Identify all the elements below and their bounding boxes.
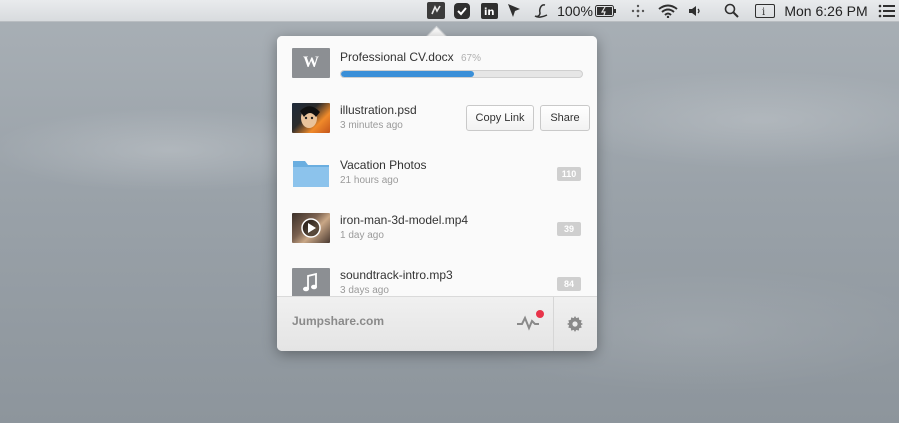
menubar-clock[interactable]: Mon 6:26 PM — [780, 0, 872, 21]
illustration-thumbnail — [292, 103, 330, 133]
activity-icon[interactable] — [515, 309, 545, 333]
cursor-icon[interactable] — [505, 0, 523, 21]
settings-gear-icon[interactable] — [566, 315, 584, 333]
view-count-badge: 110 — [557, 167, 581, 181]
file-time: 1 day ago — [340, 230, 384, 241]
spotlight-icon[interactable] — [722, 0, 740, 21]
upload-progress-fill — [341, 71, 474, 77]
wifi-icon[interactable] — [656, 0, 680, 21]
folder-icon — [292, 158, 330, 188]
file-item-illustration[interactable]: illustration.psd 3 minutes ago Copy Link… — [277, 91, 597, 147]
share-button[interactable]: Share — [540, 105, 590, 131]
copy-link-button[interactable]: Copy Link — [466, 105, 534, 131]
uploading-file-name: Professional CV.docx — [340, 50, 454, 64]
view-count-badge: 84 — [557, 277, 581, 291]
dots-icon[interactable] — [628, 0, 648, 21]
jumpshare-icon[interactable] — [426, 0, 446, 21]
menu-bar: in 100% i Mon 6:26 PM — [0, 0, 899, 22]
file-time: 3 minutes ago — [340, 120, 403, 131]
word-doc-icon: W — [292, 48, 330, 78]
file-time: 21 hours ago — [340, 175, 399, 186]
play-icon[interactable] — [302, 219, 320, 237]
jumpshare-site-link[interactable]: Jumpshare.com — [292, 314, 384, 328]
svg-text:i: i — [762, 7, 765, 18]
file-name: illustration.psd — [340, 103, 417, 117]
view-count-badge: 39 — [557, 222, 581, 236]
uploading-item[interactable]: W Professional CV.docx 67% — [277, 36, 597, 92]
input-menu-icon[interactable]: i — [754, 0, 776, 21]
volume-icon[interactable] — [686, 0, 704, 21]
file-time: 3 days ago — [340, 285, 389, 296]
list-icon[interactable] — [877, 0, 897, 21]
svg-text:in: in — [484, 7, 495, 18]
doc-badge-letter: W — [303, 54, 319, 71]
footer-divider — [553, 297, 554, 351]
file-item-iron-man-video[interactable]: iron-man-3d-model.mp4 1 day ago 39 — [277, 201, 597, 257]
popover-footer: Jumpshare.com — [277, 296, 597, 351]
battery-percent: 100% — [557, 2, 593, 19]
upload-percent: 67% — [460, 53, 481, 64]
jumpshare-popover: W Professional CV.docx 67% illustration.… — [277, 36, 597, 351]
file-name: soundtrack-intro.mp3 — [340, 268, 453, 282]
upload-progress-track — [340, 70, 583, 78]
uploading-file-name-line: Professional CV.docx 67% — [340, 50, 481, 64]
music-note-icon — [292, 268, 330, 298]
linkedin-icon[interactable]: in — [479, 0, 499, 21]
file-name: iron-man-3d-model.mp4 — [340, 213, 469, 227]
battery-icon[interactable] — [594, 0, 618, 21]
script-l-icon[interactable] — [531, 0, 551, 21]
file-name: Vacation Photos — [340, 158, 427, 172]
todo-check-icon[interactable] — [452, 0, 472, 21]
file-item-vacation-photos[interactable]: Vacation Photos 21 hours ago 110 — [277, 146, 597, 202]
